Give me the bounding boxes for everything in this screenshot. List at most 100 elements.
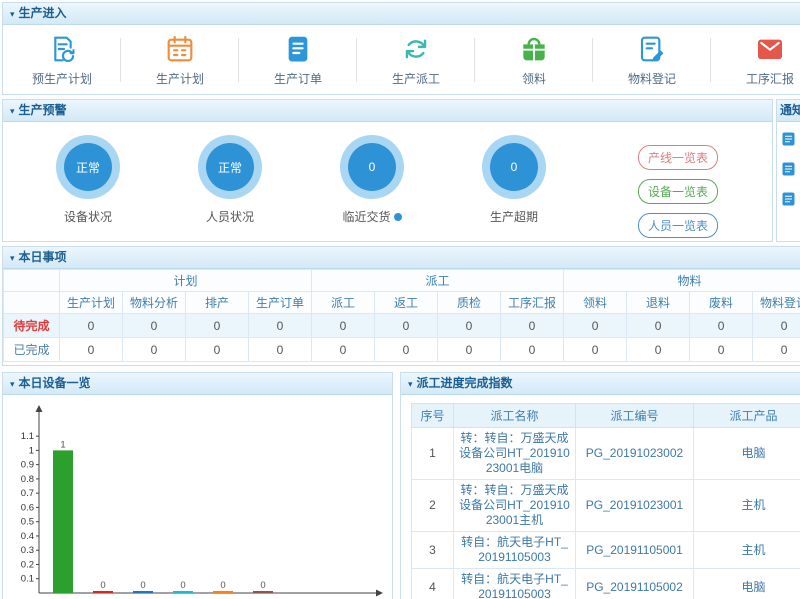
dispatch-product: 电脑 (694, 428, 800, 480)
count-cell[interactable]: 0 (375, 314, 438, 338)
toolbar-item-label: 工序汇报 (746, 70, 794, 87)
count-cell[interactable]: 0 (690, 338, 753, 362)
toolbar-item-4[interactable]: 生产派工 (357, 25, 475, 95)
svg-text:0.5: 0.5 (21, 517, 34, 528)
production-plan-icon (164, 33, 196, 65)
count-cell[interactable]: 0 (186, 314, 249, 338)
panel-title: 派工进度完成指数 (417, 376, 513, 390)
overview-links: 产线一览表设备一览表人员一览表 (638, 145, 718, 238)
svg-text:0: 0 (260, 580, 265, 591)
svg-text:1: 1 (29, 445, 34, 456)
count-cell[interactable]: 0 (249, 314, 312, 338)
gauge-value: 0 (348, 143, 396, 191)
toolbar-item-7[interactable]: 工序汇报 (711, 25, 800, 95)
today-items-header[interactable]: ▾本日事项 (3, 247, 800, 269)
count-cell[interactable]: 0 (60, 314, 123, 338)
count-cell[interactable]: 0 (564, 338, 627, 362)
column-header: 废料 (690, 292, 753, 314)
dispatch-progress-header[interactable]: ▾派工进度完成指数 (401, 373, 800, 395)
toolbar-item-3[interactable]: 生产订单 (239, 25, 357, 95)
dispatch-product: 电脑 (694, 569, 800, 599)
gauge-ring: 0 (340, 135, 404, 199)
status-gauge-2[interactable]: 正常人员状况 (159, 135, 301, 225)
count-cell[interactable]: 0 (501, 338, 564, 362)
count-cell[interactable]: 0 (123, 338, 186, 362)
count-cell[interactable]: 0 (60, 338, 123, 362)
count-cell[interactable]: 0 (438, 314, 501, 338)
count-cell[interactable]: 0 (312, 314, 375, 338)
status-gauges: 正常设备状况正常人员状况 0 临近交货 0生产超期 (17, 135, 585, 225)
panel-title: 本日设备一览 (19, 376, 91, 390)
production-warning-header[interactable]: ▾生产预警 (3, 100, 772, 122)
count-cell[interactable]: 0 (249, 338, 312, 362)
gauge-value: 0 (490, 143, 538, 191)
column-header: 序号 (412, 404, 454, 428)
svg-text:0.8: 0.8 (21, 474, 34, 485)
count-cell[interactable]: 0 (627, 338, 690, 362)
dispatch-name: 转：转自：万盛天成设备公司HT_20191023001主机 (454, 480, 576, 532)
toolbar-item-6[interactable]: 物料登记 (593, 25, 711, 95)
toolbar-item-2[interactable]: 生产计划 (121, 25, 239, 95)
count-cell[interactable]: 0 (375, 338, 438, 362)
svg-text:1: 1 (60, 439, 65, 450)
svg-text:0.1: 0.1 (21, 574, 34, 585)
notice-item[interactable] (782, 132, 800, 149)
count-cell[interactable]: 0 (690, 314, 753, 338)
production-entry-header[interactable]: ▾生产进入 (3, 3, 800, 25)
count-cell[interactable]: 0 (186, 338, 249, 362)
count-cell[interactable]: 0 (753, 338, 800, 362)
dispatch-no: 2 (412, 480, 454, 532)
svg-text:0: 0 (180, 580, 185, 591)
table-header-row: 序号派工名称派工编号派工产品 (412, 404, 800, 428)
notice-doc-icon (782, 192, 795, 209)
overview-link-1[interactable]: 产线一览表 (638, 145, 718, 170)
dispatch-row[interactable]: 4转自：航天电子HT_20191105003PG_20191105002电脑 (412, 569, 800, 599)
notice-item[interactable] (782, 162, 800, 179)
count-cell[interactable]: 0 (312, 338, 375, 362)
notice-item[interactable] (782, 192, 800, 209)
notice-list (777, 122, 800, 232)
notice-header[interactable]: 通知公告 (777, 100, 800, 122)
dispatch-code: PG_20191023001 (576, 480, 694, 532)
dispatch-row[interactable]: 3转自：航天电子HT_20191105003PG_20191105001主机 (412, 532, 800, 569)
notice-doc-icon (782, 132, 795, 149)
status-gauge-3[interactable]: 0 临近交货 (301, 135, 443, 225)
dispatch-row[interactable]: 1转：转自：万盛天成设备公司HT_20191023001电脑PG_2019102… (412, 428, 800, 480)
svg-text:0.2: 0.2 (21, 559, 34, 570)
count-cell[interactable]: 0 (123, 314, 186, 338)
svg-text:0.9: 0.9 (21, 460, 34, 471)
svg-text:0.3: 0.3 (21, 545, 34, 556)
count-cell[interactable]: 0 (627, 314, 690, 338)
toolbar-item-label: 生产计划 (156, 70, 204, 87)
collapse-arrow-icon: ▾ (10, 9, 15, 19)
gauge-value: 正常 (64, 143, 112, 191)
svg-text:0: 0 (220, 580, 225, 591)
dispatch-no: 3 (412, 532, 454, 569)
production-warning-body: 正常设备状况正常人员状况 0 临近交货 0生产超期 产线一览表设备一览表人员一览表 (3, 122, 772, 242)
stub-cell (4, 270, 60, 292)
dispatch-name: 转：转自：万盛天成设备公司HT_20191023001电脑 (454, 428, 576, 480)
process-report-icon (754, 33, 786, 65)
count-cell[interactable]: 0 (564, 314, 627, 338)
notice-doc-icon (782, 162, 795, 179)
status-gauge-4[interactable]: 0生产超期 (443, 135, 585, 225)
column-header: 排产 (186, 292, 249, 314)
column-header: 生产订单 (249, 292, 312, 314)
overview-link-3[interactable]: 人员一览表 (638, 213, 718, 238)
gauge-ring: 0 (482, 135, 546, 199)
overview-link-2[interactable]: 设备一览表 (638, 179, 718, 204)
count-cell[interactable]: 0 (753, 314, 800, 338)
dispatch-row[interactable]: 2转：转自：万盛天成设备公司HT_20191023001主机PG_2019102… (412, 480, 800, 532)
dispatch-progress-table: 序号派工名称派工编号派工产品1转：转自：万盛天成设备公司HT_201910230… (411, 403, 800, 599)
column-header: 领料 (564, 292, 627, 314)
toolbar-item-1[interactable]: 预生产计划 (3, 25, 121, 95)
status-gauge-1[interactable]: 正常设备状况 (17, 135, 159, 225)
mes-dashboard: ▾生产进入 预生产计划生产计划生产订单生产派工领料物料登记工序汇报 ▾生产预警 … (0, 0, 800, 599)
today-equipment-header[interactable]: ▾本日设备一览 (3, 373, 392, 395)
dispatch-no: 1 (412, 428, 454, 480)
column-header-row: 生产计划物料分析排产生产订单派工返工质检工序汇报领料退料废料物料登记 (4, 292, 800, 314)
toolbar-item-5[interactable]: 领料 (475, 25, 593, 95)
count-cell[interactable]: 0 (438, 338, 501, 362)
count-cell[interactable]: 0 (501, 314, 564, 338)
gauge-label: 临近交货 (342, 208, 401, 225)
